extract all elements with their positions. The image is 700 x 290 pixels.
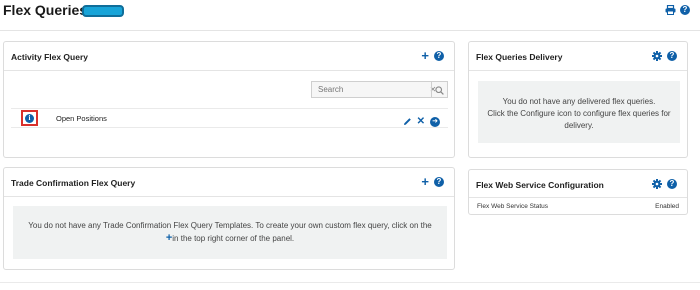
status-row: Flex Web Service Status Enabled bbox=[469, 198, 687, 215]
empty-state-message: You do not have any delivered flex queri… bbox=[478, 81, 680, 143]
page-header: Flex Queries ? bbox=[0, 0, 700, 28]
help-icon[interactable]: ? bbox=[667, 51, 677, 61]
edit-pencil-icon[interactable] bbox=[403, 113, 412, 131]
footer-divider bbox=[0, 282, 700, 283]
status-label: Flex Web Service Status bbox=[477, 203, 549, 210]
gear-icon[interactable] bbox=[652, 179, 662, 189]
header-toolbar: ? bbox=[665, 5, 690, 15]
empty-state-message: You do not have any Trade Confirmation F… bbox=[13, 206, 447, 259]
activity-flex-query-panel: Activity Flex Query + ? ✕ i Open Positio… bbox=[3, 41, 455, 158]
trade-confirmation-panel: Trade Confirmation Flex Query + ? You do… bbox=[3, 167, 455, 270]
empty-text-start: You do not have any Trade Confirmation F… bbox=[28, 221, 432, 230]
print-icon[interactable] bbox=[665, 5, 676, 15]
help-icon[interactable]: ? bbox=[434, 177, 444, 187]
panel-toolbar: + ? bbox=[421, 175, 444, 188]
plus-icon[interactable]: + bbox=[421, 175, 429, 188]
empty-text-end: in the top right corner of the panel. bbox=[172, 234, 295, 243]
panel-toolbar: ? bbox=[652, 51, 677, 61]
page-title: Flex Queries bbox=[3, 2, 88, 18]
search-input[interactable] bbox=[312, 82, 428, 97]
search-box: ✕ bbox=[311, 81, 448, 98]
query-name[interactable]: Open Positions bbox=[56, 114, 107, 123]
search-button[interactable] bbox=[431, 82, 447, 97]
search-icon bbox=[435, 86, 444, 95]
run-arrow-icon[interactable]: ➜ bbox=[430, 117, 440, 127]
plus-icon[interactable]: + bbox=[421, 49, 429, 62]
help-icon[interactable]: ? bbox=[667, 179, 677, 189]
delete-x-icon[interactable]: ✕ bbox=[417, 117, 425, 127]
info-icon[interactable]: i bbox=[25, 114, 34, 123]
panel-title: Flex Web Service Configuration bbox=[476, 180, 604, 190]
empty-line-2: Click the Configure icon to configure fl… bbox=[487, 109, 671, 130]
header-divider bbox=[0, 30, 700, 31]
flex-queries-delivery-panel: Flex Queries Delivery ? You do not have … bbox=[468, 41, 688, 158]
account-badge[interactable] bbox=[82, 5, 124, 17]
help-icon[interactable]: ? bbox=[680, 5, 690, 15]
flex-web-service-panel: Flex Web Service Configuration ? Flex We… bbox=[468, 169, 688, 215]
status-value: Enabled bbox=[655, 203, 679, 210]
panel-title: Trade Confirmation Flex Query bbox=[11, 178, 136, 188]
panel-title: Activity Flex Query bbox=[11, 52, 89, 62]
gear-icon[interactable] bbox=[652, 51, 662, 61]
empty-line-1: You do not have any delivered flex queri… bbox=[502, 97, 656, 106]
info-icon-highlight: i bbox=[21, 110, 38, 126]
query-row: i Open Positions ✕ ➜ bbox=[11, 108, 448, 128]
panel-title: Flex Queries Delivery bbox=[476, 52, 563, 62]
panel-divider bbox=[4, 70, 454, 71]
help-icon[interactable]: ? bbox=[434, 51, 444, 61]
row-actions: ✕ ➜ bbox=[403, 113, 440, 131]
panel-divider bbox=[469, 70, 687, 71]
panel-toolbar: + ? bbox=[421, 49, 444, 62]
panel-toolbar: ? bbox=[652, 179, 677, 189]
panel-divider bbox=[4, 196, 454, 197]
